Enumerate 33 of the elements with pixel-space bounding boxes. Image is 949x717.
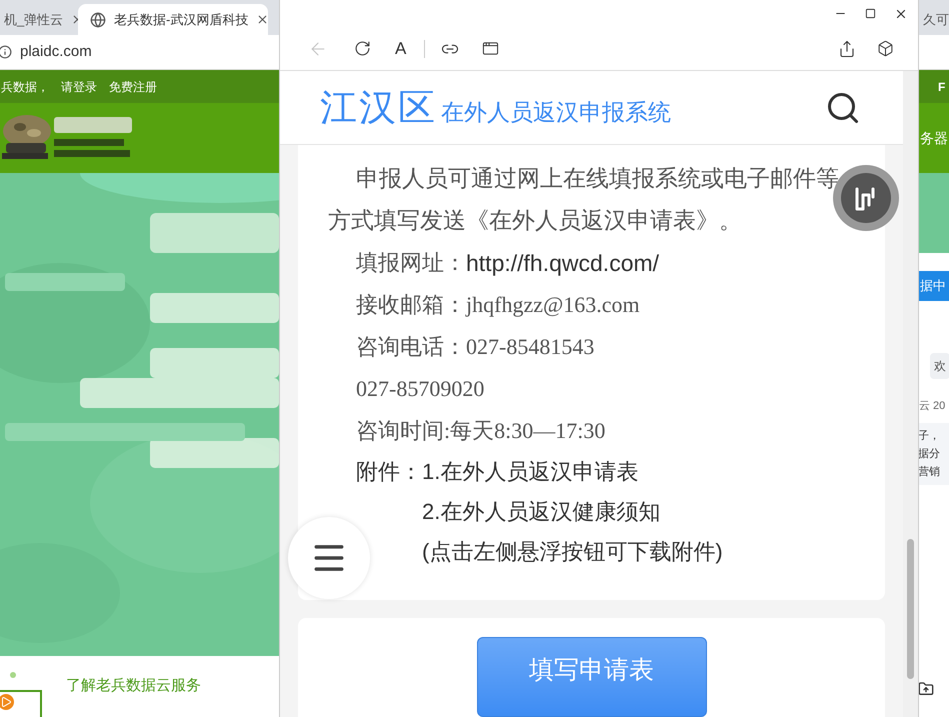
date-text: 云 20 [919, 399, 946, 414]
browser-tab[interactable]: 机_弹性云 [0, 4, 78, 35]
website-link[interactable]: http://fh.qwcd.com/ [466, 242, 660, 284]
browser-tab[interactable]: 久可 [919, 4, 949, 35]
info-text: 咨询电话：027-85481543 [355, 333, 594, 361]
info-text: 咨询时间:每天8:30—17:30 [355, 417, 606, 445]
address-field[interactable]: plaidc.com [20, 40, 92, 64]
attachment-label: 附件： [356, 458, 422, 486]
tab-title: 机_弹性云 [4, 10, 64, 29]
tab-title: 久可 [923, 10, 949, 29]
promo-link[interactable]: 了解老兵数据云服务 [66, 675, 201, 698]
site-link[interactable]: 请登录 [61, 78, 97, 96]
site-link[interactable]: 兵数据， [1, 78, 49, 96]
site-link[interactable]: 免费注册 [109, 78, 157, 96]
instruction-paragraph: 申报人员可通过网上在线填报系统或电子邮件等方式填写发送《在外人员返汉申请表》。 [328, 165, 840, 235]
system-title: 在外人员返汉申报系统 [441, 101, 671, 124]
field-label: 填报网址： [356, 249, 466, 277]
download-note: (点击左侧悬浮按钮可下载附件) [422, 538, 723, 566]
attachment-link[interactable]: 1.在外人员返汉申请表 [422, 452, 638, 492]
news-text: 据分 [918, 447, 940, 462]
tag-chip[interactable]: 欢 [930, 353, 949, 379]
site-link[interactable]: F [938, 78, 946, 96]
header-text: 务器 [920, 128, 948, 148]
news-text: 子， [918, 429, 940, 444]
browser-tab[interactable]: 老兵数据-武汉网盾科技 [78, 4, 268, 35]
info-text: 接收邮箱：jhqfhgzz@163.com [355, 291, 640, 319]
news-text: 营销 [918, 465, 940, 480]
district-title: 江汉区 [320, 89, 437, 126]
font-size-button[interactable]: A [395, 36, 406, 62]
info-text: 027-85709020 [355, 375, 484, 403]
band-text: 据中 [920, 277, 946, 296]
attachment-link[interactable]: 2.在外人员返汉健康须知 [422, 492, 660, 532]
tab-title: 老兵数据-武汉网盾科技 [114, 10, 248, 29]
